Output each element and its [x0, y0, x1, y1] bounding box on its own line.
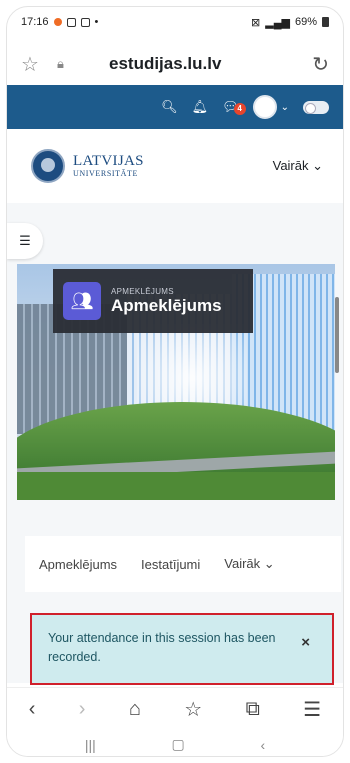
app-notification-icon — [80, 17, 90, 27]
clock: 17:16 — [21, 16, 49, 28]
list-icon: ☰ — [19, 233, 31, 248]
menu-icon[interactable]: ☰ — [303, 697, 321, 722]
back-icon[interactable]: ‹ — [29, 698, 36, 721]
url-text[interactable]: estudijas.lu.lv — [105, 54, 312, 74]
scrollbar[interactable] — [335, 297, 339, 373]
battery-icon — [322, 17, 329, 27]
message-count-badge: 4 — [233, 103, 246, 115]
university-logo[interactable]: LATVIJAS UNIVERSITĀTE — [31, 149, 144, 183]
edit-mode-toggle[interactable] — [303, 100, 329, 114]
mute-icon: ⊠ — [251, 16, 261, 29]
course-index-drawer-button[interactable]: ☰ — [7, 223, 43, 259]
messages-icon[interactable]: 💬︎ 4 — [222, 99, 246, 115]
system-back-icon[interactable]: ‹ — [260, 737, 265, 753]
logo-line1: LATVIJAS — [73, 152, 144, 169]
activity-header: 👥︎ APMEKLĒJUMS Apmeklējums — [53, 269, 253, 333]
bookmarks-icon[interactable]: ☆ — [184, 697, 202, 722]
reload-icon[interactable]: ↻ — [312, 52, 329, 77]
site-header: LATVIJAS UNIVERSITĀTE Vairāk ⌄ — [7, 129, 343, 203]
signal-icon: ▂▄▆ — [265, 16, 290, 29]
close-icon[interactable]: × — [301, 631, 310, 654]
tab-more[interactable]: Vairāk ⌄ — [224, 556, 274, 572]
chevron-down-icon[interactable]: ⌄ — [281, 102, 289, 113]
search-icon[interactable]: 🔍︎ — [161, 99, 178, 115]
notification-dot-icon — [53, 18, 62, 26]
bookmark-star-icon[interactable]: ☆ — [21, 52, 45, 77]
logo-line2: UNIVERSITĀTE — [73, 168, 138, 178]
secondary-navigation: Apmeklējums Iestatījumi Vairāk ⌄ — [25, 536, 341, 592]
university-seal-icon — [31, 149, 65, 183]
avatar[interactable] — [252, 95, 277, 119]
phone-frame: 17:16 • ⊠ ▂▄▆ 69% ☆ 🔒︎ estudijas.lu.lv ↻… — [6, 6, 344, 757]
attendance-alert: Your attendance in this session has been… — [30, 613, 334, 685]
bell-icon[interactable]: 🔔︎ — [192, 99, 209, 115]
header-more-menu[interactable]: Vairāk ⌄ — [273, 158, 323, 174]
site-navbar: 🔍︎ 🔔︎ 💬︎ 4 ⌄ — [7, 85, 343, 129]
activity-type-label: APMEKLĒJUMS — [111, 286, 174, 296]
more-dot-icon: • — [94, 16, 99, 28]
attendance-icon: 👥︎ — [63, 282, 101, 320]
page-title: Apmeklējums — [111, 295, 222, 315]
browser-address-bar[interactable]: ☆ 🔒︎ estudijas.lu.lv ↻ — [7, 43, 343, 85]
browser-toolbar: ‹ › ⌂ ☆ ⧉ ☰ — [7, 687, 343, 731]
tabs-icon[interactable]: ⧉ — [246, 698, 260, 721]
system-navigation-bar: ||| ▢ ‹ — [7, 731, 343, 756]
status-bar: 17:16 • ⊠ ▂▄▆ 69% — [7, 7, 343, 37]
home-icon[interactable]: ⌂ — [129, 698, 141, 721]
alert-message: Your attendance in this session has been… — [48, 631, 276, 665]
battery-level: 69% — [294, 16, 317, 28]
recent-apps-icon[interactable]: ||| — [85, 737, 96, 753]
home-button-icon[interactable]: ▢ — [172, 736, 185, 753]
lock-icon[interactable]: 🔒︎ — [45, 56, 105, 72]
tab-settings[interactable]: Iestatījumi — [141, 557, 200, 572]
calendar-icon — [66, 17, 76, 27]
tab-attendance[interactable]: Apmeklējums — [39, 557, 117, 572]
forward-icon[interactable]: › — [79, 698, 86, 721]
